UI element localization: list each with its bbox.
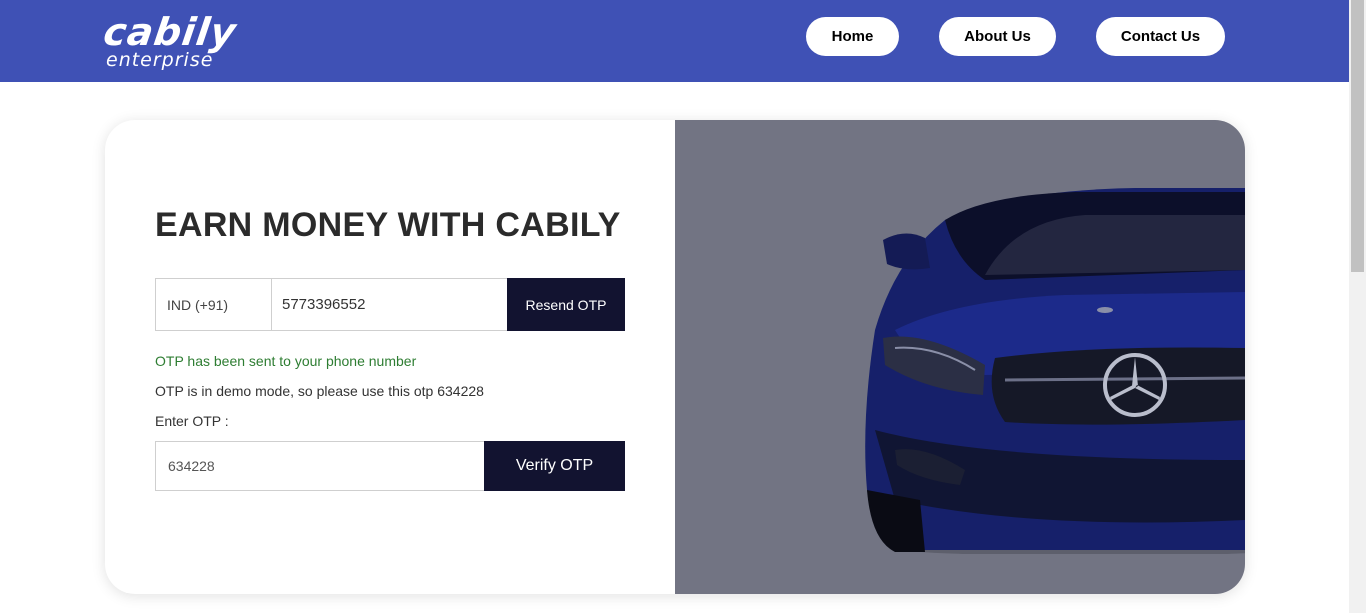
verify-otp-button[interactable]: Verify OTP (484, 441, 625, 491)
country-code-select[interactable]: IND (+91) (155, 278, 272, 331)
resend-otp-button[interactable]: Resend OTP (507, 278, 625, 331)
scrollbar-thumb[interactable] (1351, 0, 1364, 272)
nav-contact-button[interactable]: Contact Us (1096, 17, 1225, 56)
signup-card: EARN MONEY WITH CABILY IND (+91) 5773396… (105, 120, 1245, 594)
nav-home-button[interactable]: Home (806, 17, 899, 56)
vertical-scrollbar[interactable] (1349, 0, 1366, 613)
otp-input[interactable]: 634228 (155, 441, 485, 491)
otp-row: 634228 Verify OTP (155, 441, 625, 491)
otp-label: Enter OTP : (155, 413, 229, 429)
logo-sub-text: enterprise (106, 49, 214, 71)
otp-sent-message: OTP has been sent to your phone number (155, 353, 417, 369)
phone-row: IND (+91) 5773396552 Resend OTP (155, 278, 625, 331)
nav-about-button[interactable]: About Us (939, 17, 1056, 56)
page: cabily enterprise Home About Us Contact … (0, 0, 1366, 613)
cabily-logo[interactable]: cabily enterprise (100, 10, 264, 74)
phone-number-input[interactable]: 5773396552 (271, 278, 508, 331)
top-navbar: cabily enterprise Home About Us Contact … (0, 0, 1349, 82)
car-image (865, 188, 1245, 554)
logo-brand-text: cabily (100, 10, 240, 54)
otp-demo-message: OTP is in demo mode, so please use this … (155, 383, 484, 399)
car-image-panel (675, 120, 1245, 594)
page-heading: EARN MONEY WITH CABILY (155, 206, 621, 244)
